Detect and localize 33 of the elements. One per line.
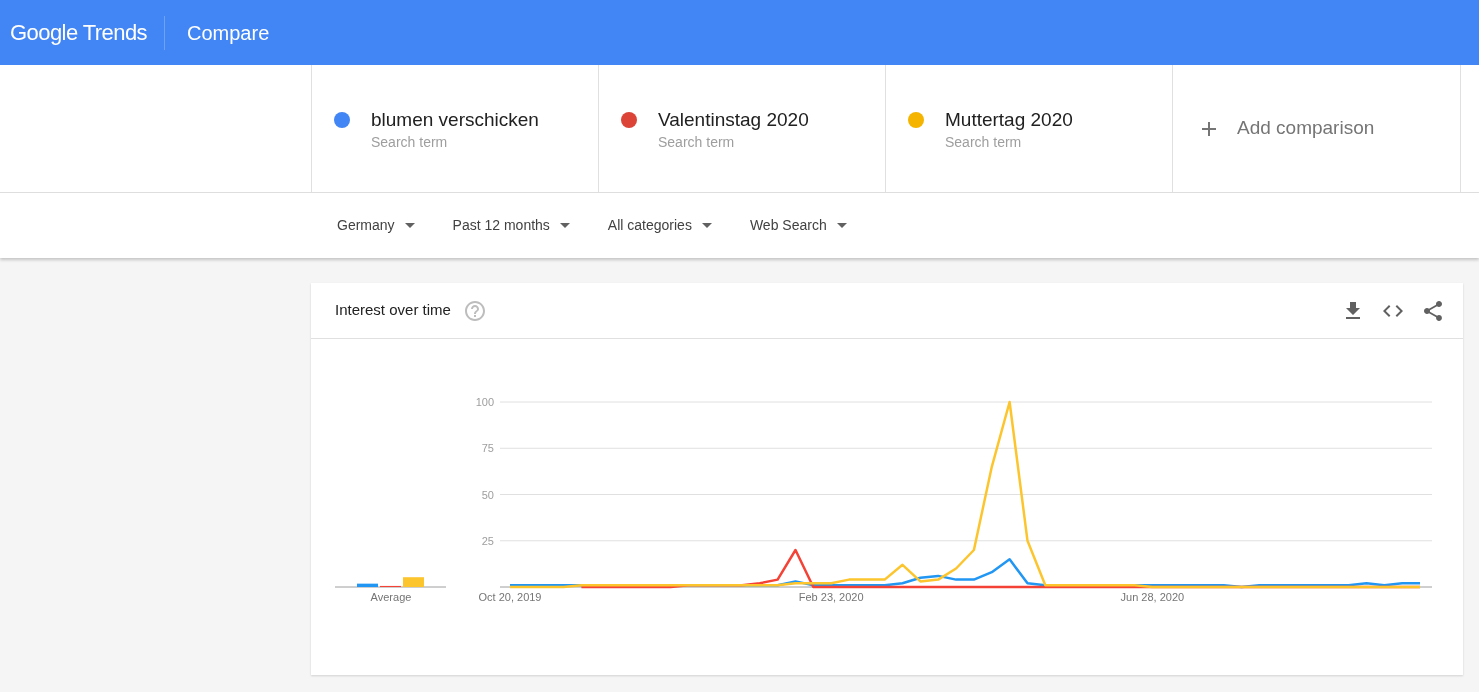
filter-dropdown[interactable]: All categories (607, 215, 712, 236)
caret-icon (404, 223, 415, 228)
term-name: Valentinstag 2020 (658, 108, 809, 132)
page-title: Compare (187, 20, 270, 46)
filter-dropdown[interactable]: Germany (337, 215, 415, 236)
x-tick-label: Oct 20, 2019 (478, 591, 542, 603)
search-term-card[interactable]: Valentinstag 2020 Search term (598, 65, 885, 192)
term-type: Search term (371, 133, 449, 152)
term-type: Search term (658, 133, 736, 152)
x-tick-label: Jun 28, 2020 (1120, 591, 1185, 603)
logo-text[interactable]: Trends (82, 16, 147, 49)
term-type: Search term (945, 133, 1023, 152)
y-tick-label: 100 (475, 396, 494, 408)
filter-dropdown[interactable]: Web Search (749, 215, 847, 236)
average-bar (357, 583, 378, 587)
filter-dropdown[interactable]: Past 12 months (452, 215, 570, 236)
x-tick-label: Feb 23, 2020 (798, 591, 864, 603)
caret-icon (701, 223, 712, 228)
y-tick-label: 50 (481, 488, 494, 501)
caret-icon (836, 223, 847, 228)
search-term-card[interactable]: Muttertag 2020 Search term (885, 65, 1172, 192)
y-tick-label: 25 (481, 534, 494, 547)
share-icon[interactable] (1421, 298, 1445, 323)
card-title: Interest over time (335, 300, 451, 321)
caret-icon (559, 223, 570, 228)
add-comparison-button[interactable]: Add comparison (1172, 65, 1461, 192)
y-tick-label: 75 (481, 442, 494, 455)
search-term-card[interactable]: blumen verschicken Search term (311, 65, 598, 192)
logo-text[interactable]: Google (10, 16, 78, 49)
term-name: Muttertag 2020 (945, 108, 1073, 132)
average-label: Average (370, 591, 412, 603)
average-bar (403, 577, 424, 587)
term-name: blumen verschicken (371, 108, 539, 132)
